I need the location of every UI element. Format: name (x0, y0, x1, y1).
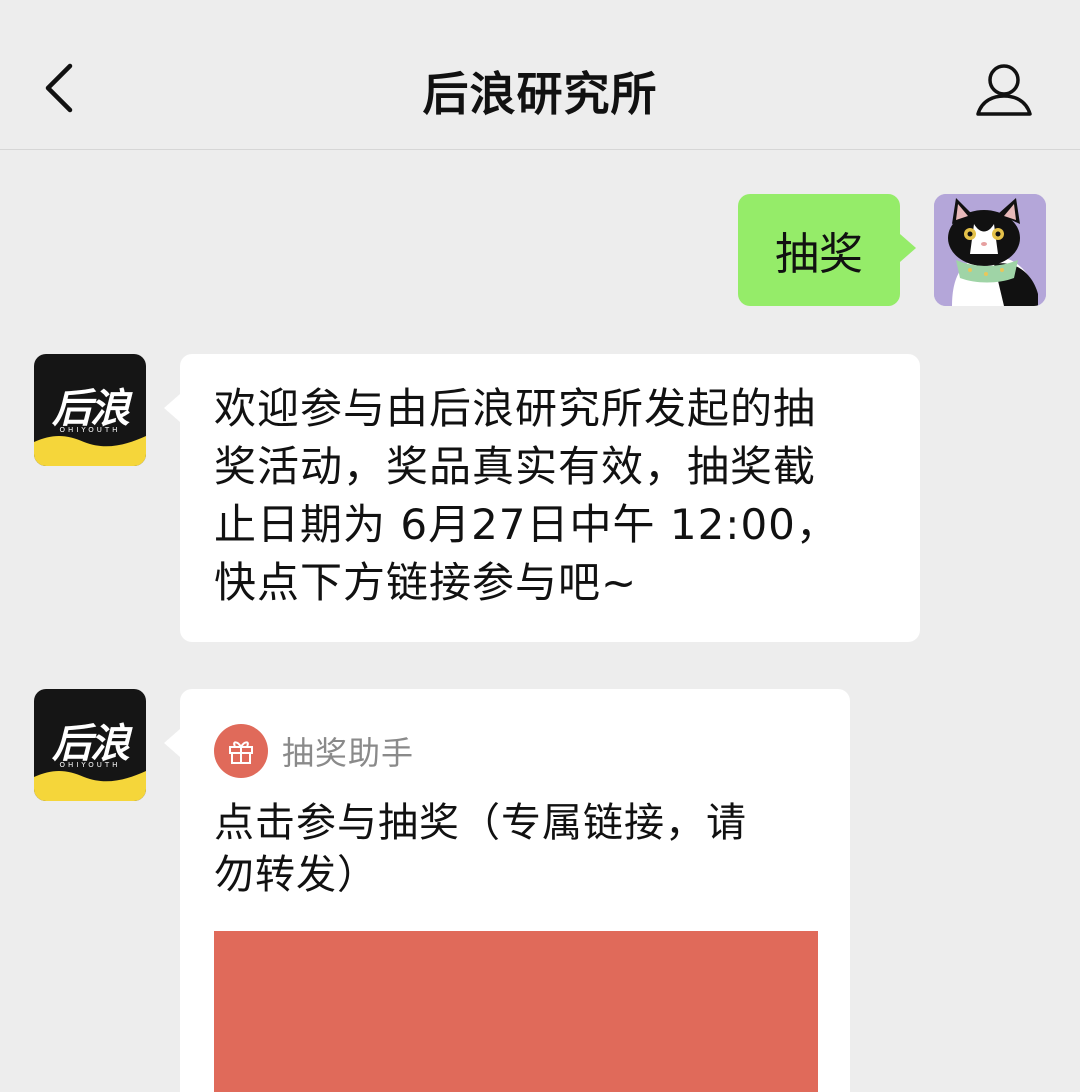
logo-wave-icon (34, 771, 146, 801)
bot-text-message[interactable]: 欢迎参与由后浪研究所发起的抽 奖活动，奖品真实有效，抽奖截 止日期为 6月27日… (164, 354, 920, 642)
card-title-line: 勿转发） (214, 852, 378, 898)
mini-program-card[interactable]: 抽奖助手 点击参与抽奖（专属链接，请 勿转发） (164, 689, 850, 1092)
card-title-line: 点击参与抽奖（专属链接，请 (214, 800, 747, 846)
chat-header: 后浪研究所 (0, 0, 1080, 150)
card-source: 抽奖助手 (214, 723, 414, 779)
user-avatar[interactable] (934, 194, 1046, 306)
card-title: 点击参与抽奖（专属链接，请 勿转发） (214, 797, 814, 901)
card-cover-image[interactable] (214, 931, 818, 1092)
message-line: 止日期为 6月27日中午 12:00， (214, 500, 839, 549)
message-line: 欢迎参与由后浪研究所发起的抽 (214, 384, 817, 433)
card-app-name: 抽奖助手 (282, 734, 415, 772)
gift-icon (229, 741, 253, 764)
bot-avatar[interactable]: 后浪 OHIYOUTH (34, 354, 146, 466)
logo-wave-icon (34, 436, 146, 466)
person-icon (976, 64, 1032, 116)
message-line: 快点下方链接参与吧~ (214, 558, 638, 607)
bot-avatar[interactable]: 后浪 OHIYOUTH (34, 689, 146, 801)
message-line: 奖活动，奖品真实有效，抽奖截 (214, 442, 817, 491)
profile-button[interactable] (972, 58, 1036, 122)
app-logo (214, 724, 268, 778)
cat-avatar-icon (934, 194, 1046, 306)
chat-title: 后浪研究所 (422, 67, 658, 121)
chat-screen: 后浪研究所 抽奖 后浪 OHIYOUTH 欢迎参与由后浪研究所发起的抽 奖活动，… (0, 0, 1080, 1092)
user-message-bubble[interactable]: 抽奖 (738, 194, 916, 306)
user-message-text: 抽奖 (775, 229, 863, 280)
